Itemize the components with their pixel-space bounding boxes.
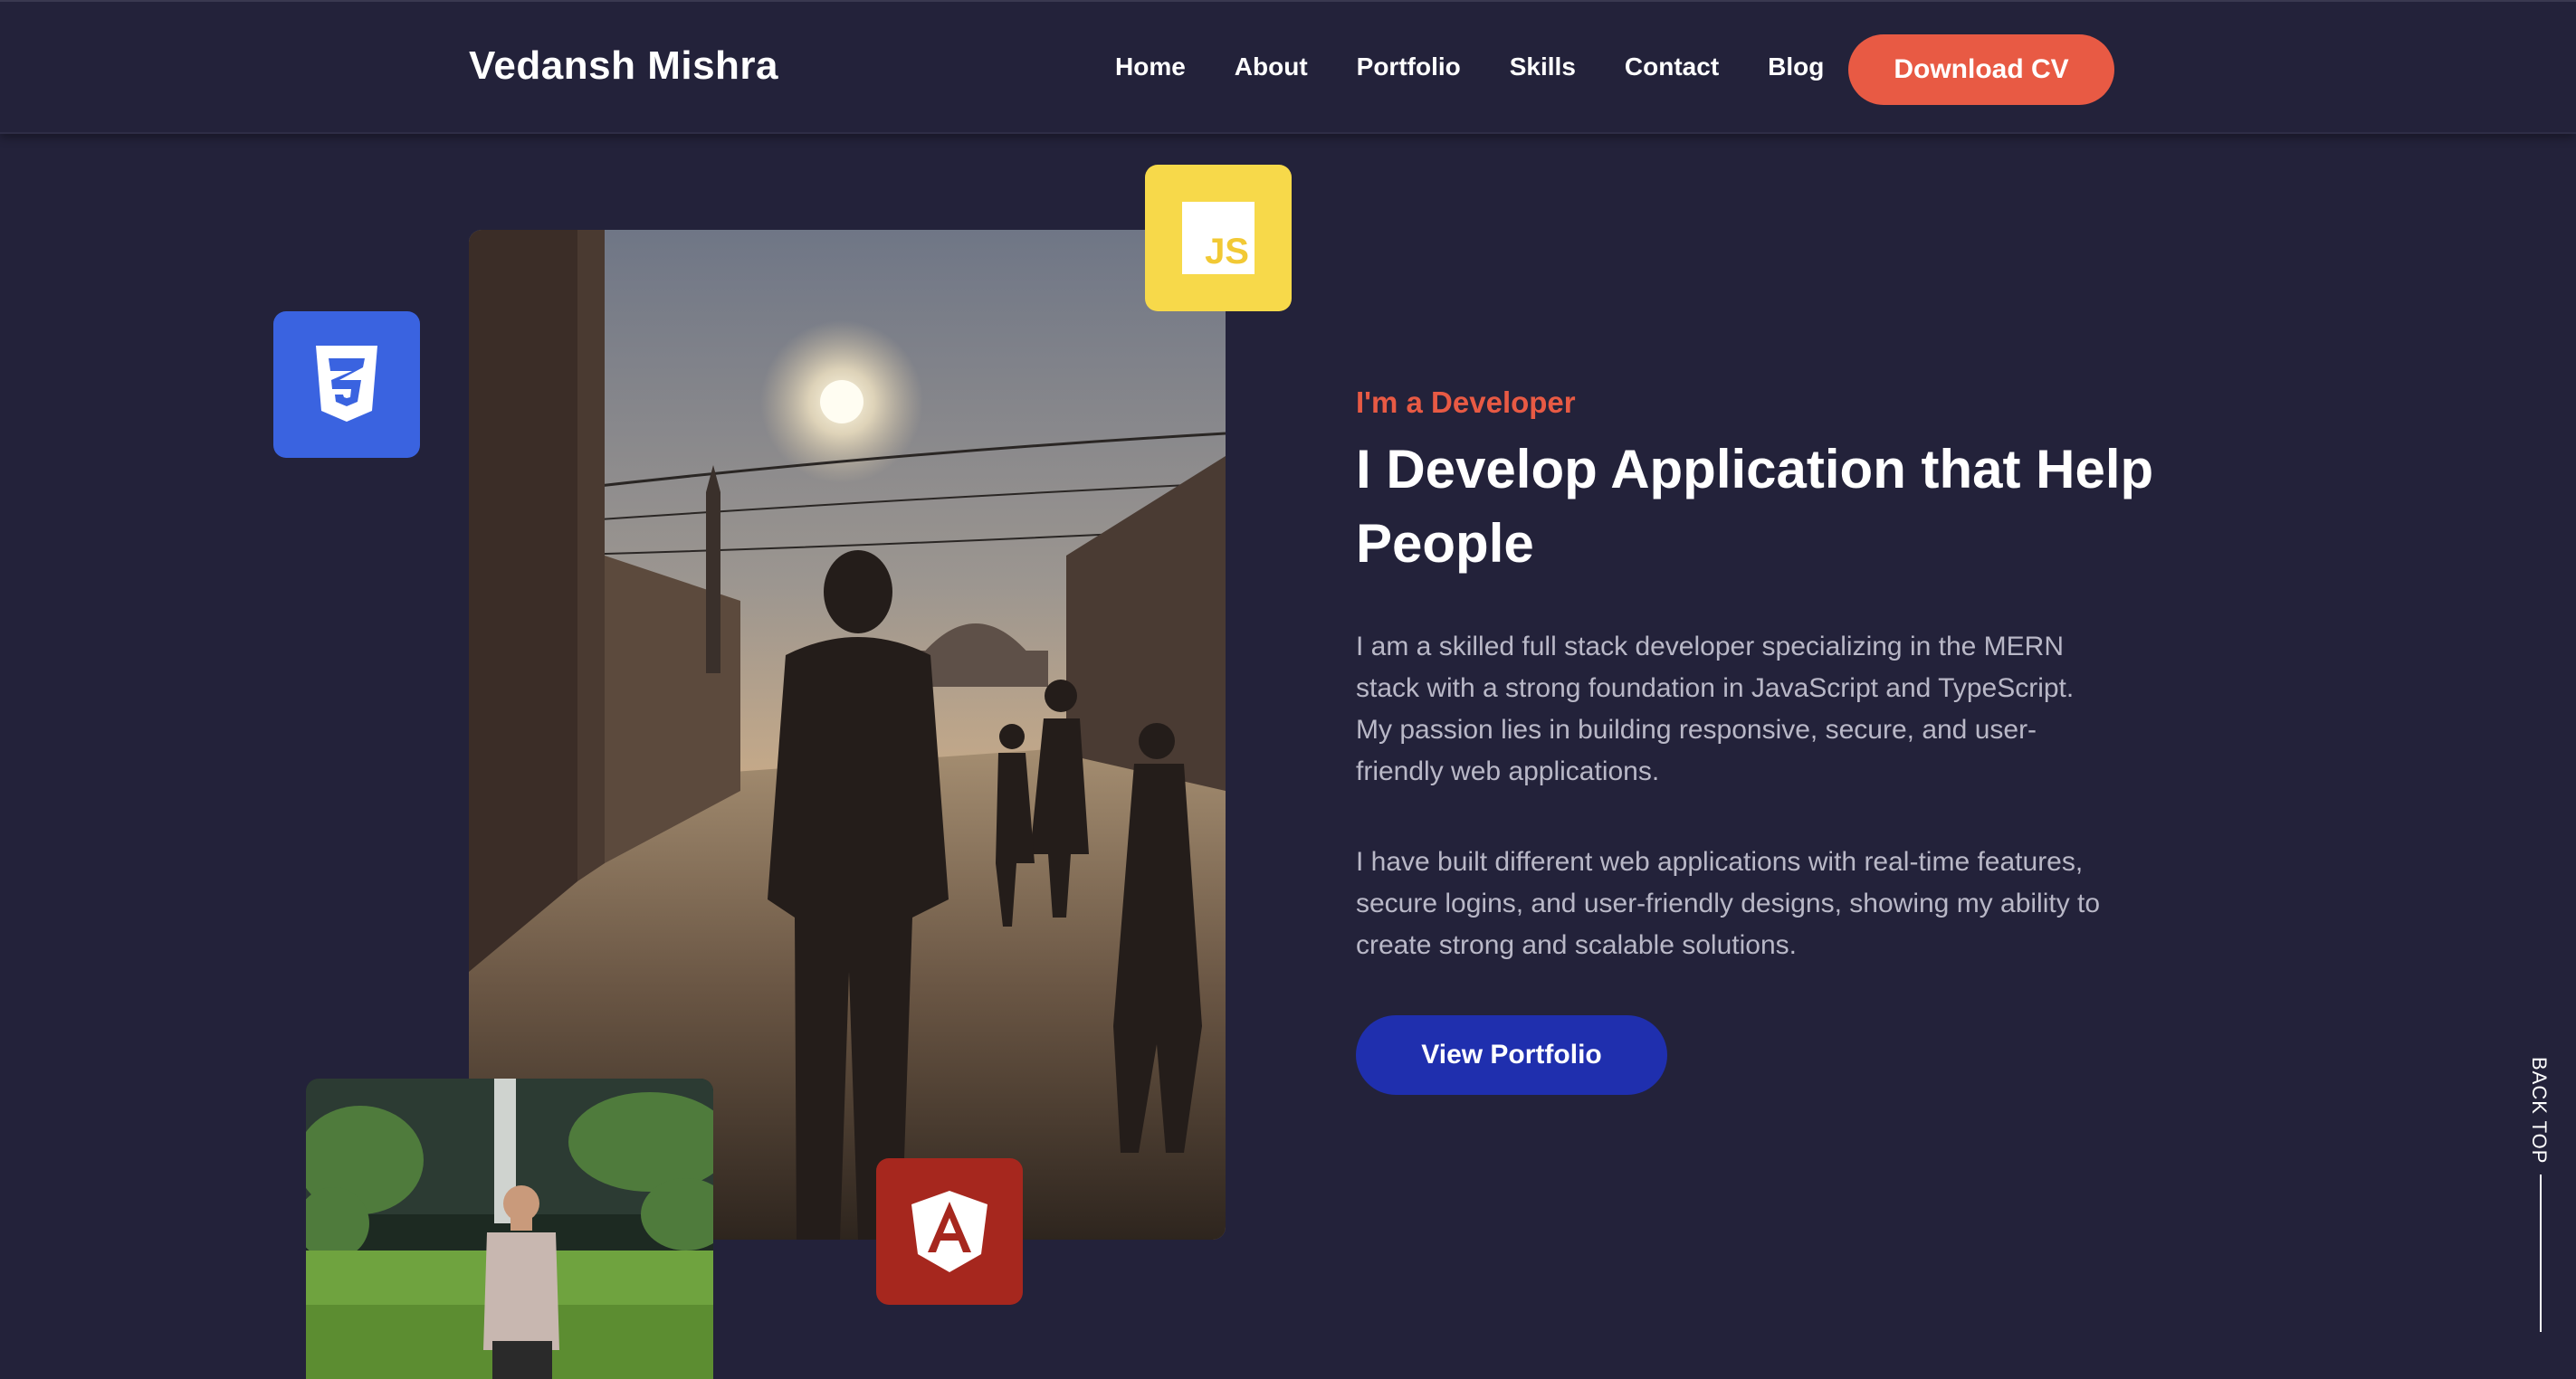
hero-headline: I Develop Application that Help People xyxy=(1356,439,2154,574)
main-nav: Home About Portfolio Skills Contact Blog xyxy=(1115,52,1873,81)
javascript-badge: JS xyxy=(1145,165,1292,311)
css3-icon xyxy=(316,346,377,422)
site-header: Vedansh Mishra Home About Portfolio Skil… xyxy=(0,0,2576,134)
secondary-photo-illustration xyxy=(306,1079,713,1379)
javascript-icon-label: JS xyxy=(1205,232,1249,271)
nav-about[interactable]: About xyxy=(1235,52,1308,81)
back-to-top-link[interactable]: BACK TOP xyxy=(2528,1057,2551,1164)
back-to-top-line xyxy=(2540,1175,2542,1332)
nav-home[interactable]: Home xyxy=(1115,52,1186,81)
hero-paragraph-1: I am a skilled full stack developer spec… xyxy=(1356,632,2075,786)
hero-eyebrow: I'm a Developer xyxy=(1356,385,1576,419)
hero-paragraph-2: I have built different web applications … xyxy=(1356,847,2101,960)
angular-icon xyxy=(911,1191,987,1272)
view-portfolio-button[interactable]: View Portfolio xyxy=(1356,1015,1667,1095)
secondary-photo xyxy=(306,1079,713,1379)
javascript-icon: JS xyxy=(1182,202,1255,274)
nav-portfolio[interactable]: Portfolio xyxy=(1357,52,1461,81)
angular-badge xyxy=(876,1158,1023,1305)
site-brand[interactable]: Vedansh Mishra xyxy=(469,43,778,89)
css3-badge xyxy=(273,311,420,458)
nav-skills[interactable]: Skills xyxy=(1510,52,1576,81)
nav-blog[interactable]: Blog xyxy=(1768,52,1824,81)
download-cv-button[interactable]: Download CV xyxy=(1848,34,2114,105)
nav-contact[interactable]: Contact xyxy=(1625,52,1719,81)
